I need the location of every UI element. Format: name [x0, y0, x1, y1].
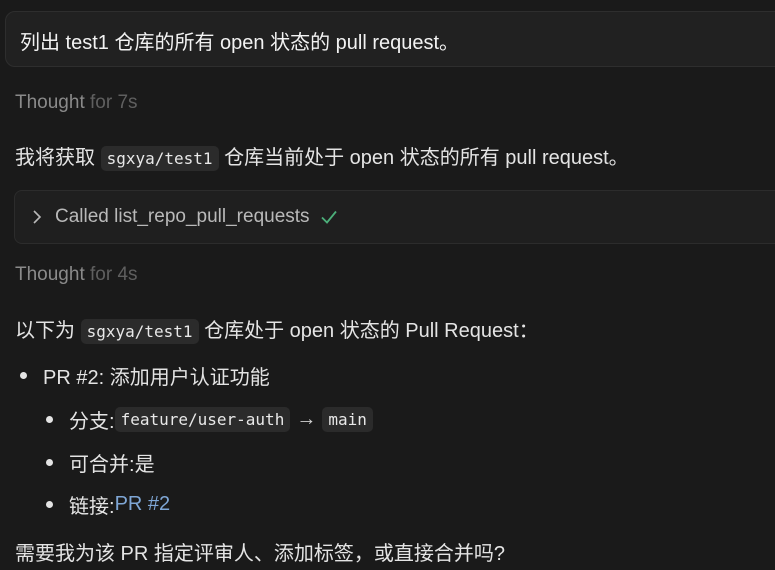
pr-mergeable-item: 可合并: 是 [46, 448, 155, 477]
thought-duration: for 4s [90, 264, 138, 285]
intro-text-before: 我将获取 [15, 147, 101, 169]
assistant-result-intro: 以下为 sgxya/test1 仓库处于 open 状态的 Pull Reque… [15, 314, 539, 344]
repo-code: sgxya/test1 [100, 146, 219, 171]
question-text: 需要我为该 PR 指定评审人、添加标签，或直接合并吗? [15, 543, 506, 565]
bullet [46, 416, 53, 423]
tool-call-collapsible[interactable]: Called list_repo_pull_requests [14, 190, 775, 244]
repo-code: sgxya/test1 [80, 319, 199, 344]
pr-title: PR #2: 添加用户认证功能 [43, 367, 270, 389]
pr-list-item: PR #2: 添加用户认证功能 [20, 361, 270, 390]
tool-call-label: Called list_repo_pull_requests [55, 206, 310, 227]
mergeable-label: 可合并: [69, 454, 135, 476]
result-text-after: 仓库处于 open 状态的 Pull Request： [198, 320, 539, 342]
bullet [20, 372, 27, 379]
thought-indicator[interactable]: Thought for 7s [15, 92, 138, 114]
pr-branch-item: 分支: feature/user-auth → main [46, 405, 373, 434]
bullet [46, 459, 53, 466]
thought-label: Thought [15, 264, 85, 285]
follow-up-question: 需要我为该 PR 指定评审人、添加标签，或直接合并吗? [15, 537, 505, 566]
mergeable-value: 是 [134, 454, 155, 476]
branch-arrow: → [296, 408, 317, 430]
thought-label: Thought [15, 92, 85, 113]
user-message-text: 列出 test1 仓库的所有 open 状态的 pull request。 [20, 32, 460, 54]
thought-duration: for 7s [90, 92, 138, 113]
result-text-before: 以下为 [15, 320, 81, 342]
pr-link[interactable]: PR #2 [115, 493, 171, 516]
target-branch-code: main [322, 407, 373, 432]
pr-link-item: 链接: PR #2 [46, 490, 170, 519]
bullet [46, 501, 53, 508]
thought-indicator[interactable]: Thought for 4s [15, 264, 138, 286]
intro-text-after: 仓库当前处于 open 状态的所有 pull request。 [218, 147, 629, 169]
checkmark-icon [320, 208, 338, 226]
source-branch-code: feature/user-auth [114, 407, 291, 432]
assistant-intro: 我将获取 sgxya/test1 仓库当前处于 open 状态的所有 pull … [15, 141, 629, 171]
link-label: 链接: [69, 496, 115, 518]
chevron-right-icon [29, 209, 45, 225]
branch-label: 分支: [69, 411, 115, 433]
user-message: 列出 test1 仓库的所有 open 状态的 pull request。 [5, 11, 775, 67]
